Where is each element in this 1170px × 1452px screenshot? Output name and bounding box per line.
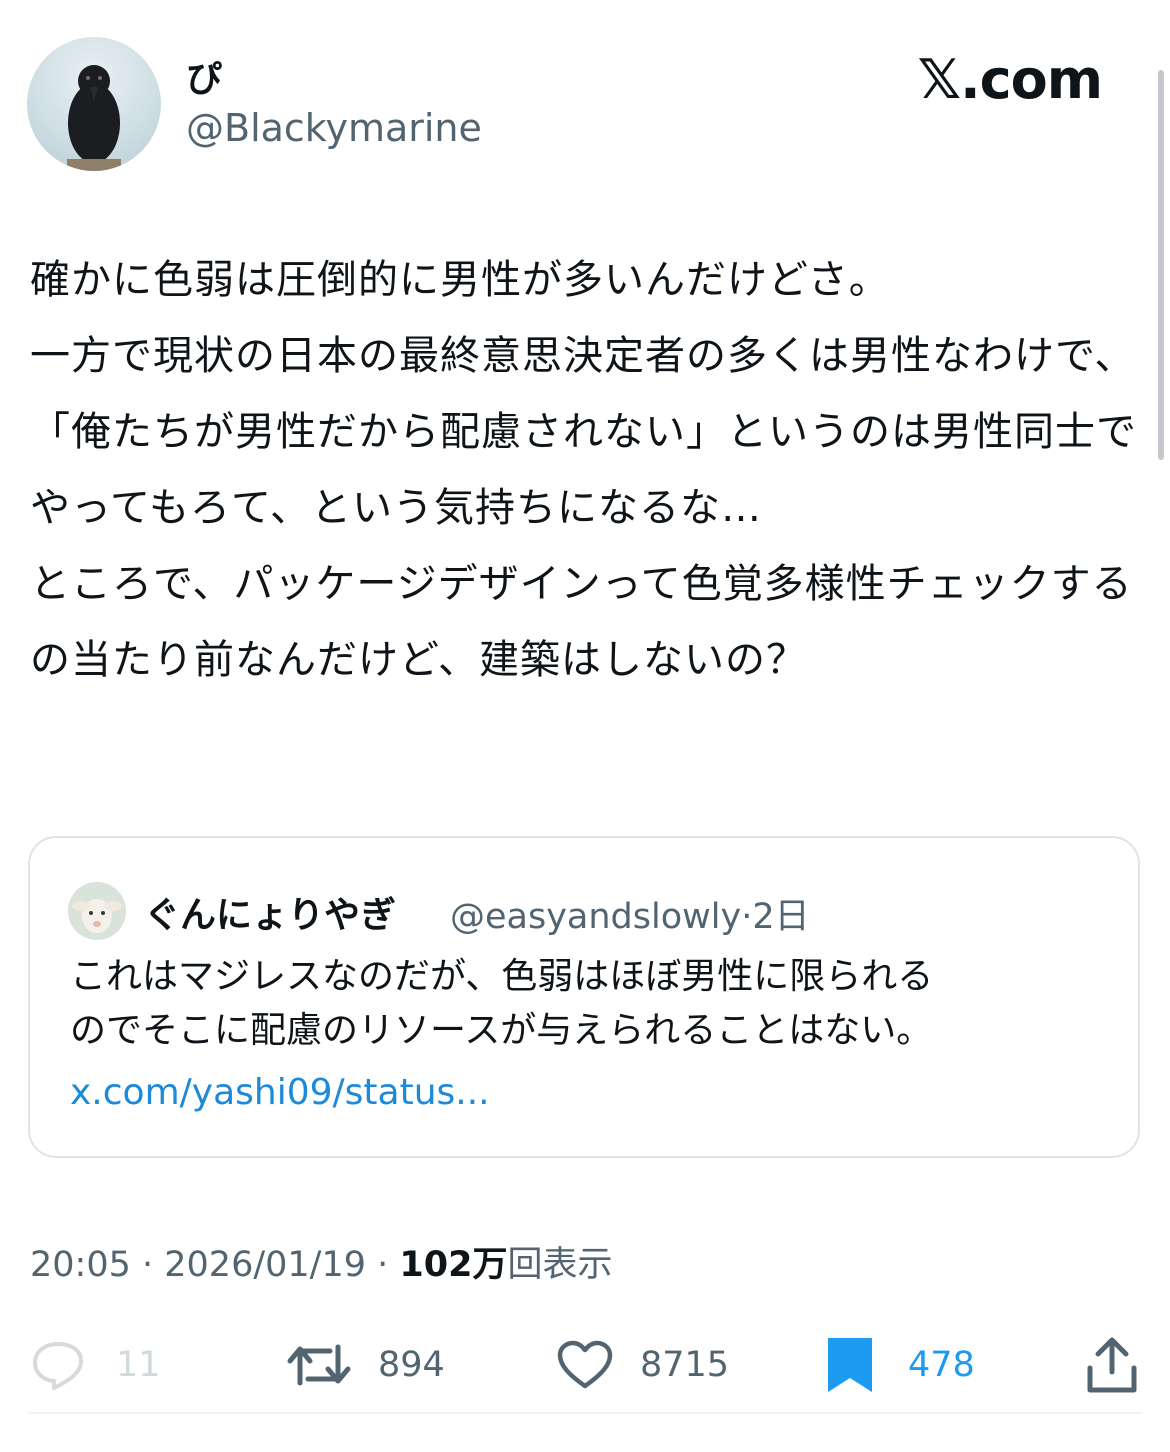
quoted-author-handle: @easyandslowly [450,897,742,937]
post-time[interactable]: 20:05 [30,1245,131,1285]
bookmark-icon [828,1338,872,1392]
post-paragraph: 確かに色弱は圧倒的に男性が多いんだけどさ。 [30,257,890,303]
crow-avatar-image [67,65,121,171]
quoted-post-card[interactable]: ぐんにょりやぎ @easyandslowly·2日 これはマジレスなのだが、色弱… [28,836,1140,1158]
reply-count: 11 [116,1345,161,1385]
meta-separator: · [366,1245,400,1285]
reply-icon [33,1342,83,1390]
share-icon [1087,1337,1137,1393]
post-body: 確かに色弱は圧倒的に男性が多いんだけどさ。 一方で現状の日本の最終意思決定者の多… [30,242,1140,698]
goat-avatar-image [68,882,126,940]
share-button[interactable] [1086,1330,1138,1400]
quoted-post-text: これはマジレスなのだが、色弱はほぼ男性に限られる のでそこに配慮のリソースが与え… [70,950,1120,1058]
repost-icon [287,1344,351,1386]
x-logo-watermark: 𝕏.com [917,48,1103,111]
scrollbar[interactable] [1158,70,1164,460]
quoted-post-age: 2日 [752,897,810,937]
quoted-author-name: ぐんにょりやぎ [144,895,397,936]
post-metadata: 20:05 · 2026/01/19 · 102万回表示 [30,1236,612,1287]
view-count: 102万 [399,1245,508,1285]
meta-separator: · [741,897,753,937]
quoted-line: のでそこに配慮のリソースが与えられることはない。 [70,1010,933,1051]
action-bar: 11 894 8715 478 [0,1330,1170,1400]
quoted-author-avatar [68,882,126,940]
quoted-post-link[interactable]: x.com/yashi09/status... [70,1072,490,1113]
author-handle[interactable]: @Blackymarine [186,106,482,150]
heart-icon [557,1340,613,1389]
author-avatar[interactable] [27,37,161,171]
reply-button[interactable]: 11 [30,1330,161,1400]
bottom-divider [28,1412,1142,1414]
like-button[interactable]: 8715 [556,1330,729,1400]
view-count-label: 回表示 [507,1245,613,1285]
like-count: 8715 [640,1345,730,1385]
post-paragraph: ところで、パッケージデザインって色覚多様性チェックするの当たり前なんだけど、建築… [30,561,1133,683]
repost-button[interactable]: 894 [286,1330,445,1400]
quoted-author-meta: @easyandslowly·2日 [450,888,810,939]
post-date[interactable]: 2026/01/19 [164,1245,366,1285]
quoted-line: これはマジレスなのだが、色弱はほぼ男性に限られる [70,956,934,997]
repost-count: 894 [378,1345,445,1385]
bookmark-button[interactable]: 478 [826,1330,975,1400]
post-paragraph: 一方で現状の日本の最終意思決定者の多くは男性なわけで、「俺たちが男性だから配慮さ… [30,333,1137,531]
author-display-name[interactable]: ぴ [186,50,222,102]
meta-separator: · [130,1245,165,1285]
bookmark-count: 478 [908,1345,975,1385]
